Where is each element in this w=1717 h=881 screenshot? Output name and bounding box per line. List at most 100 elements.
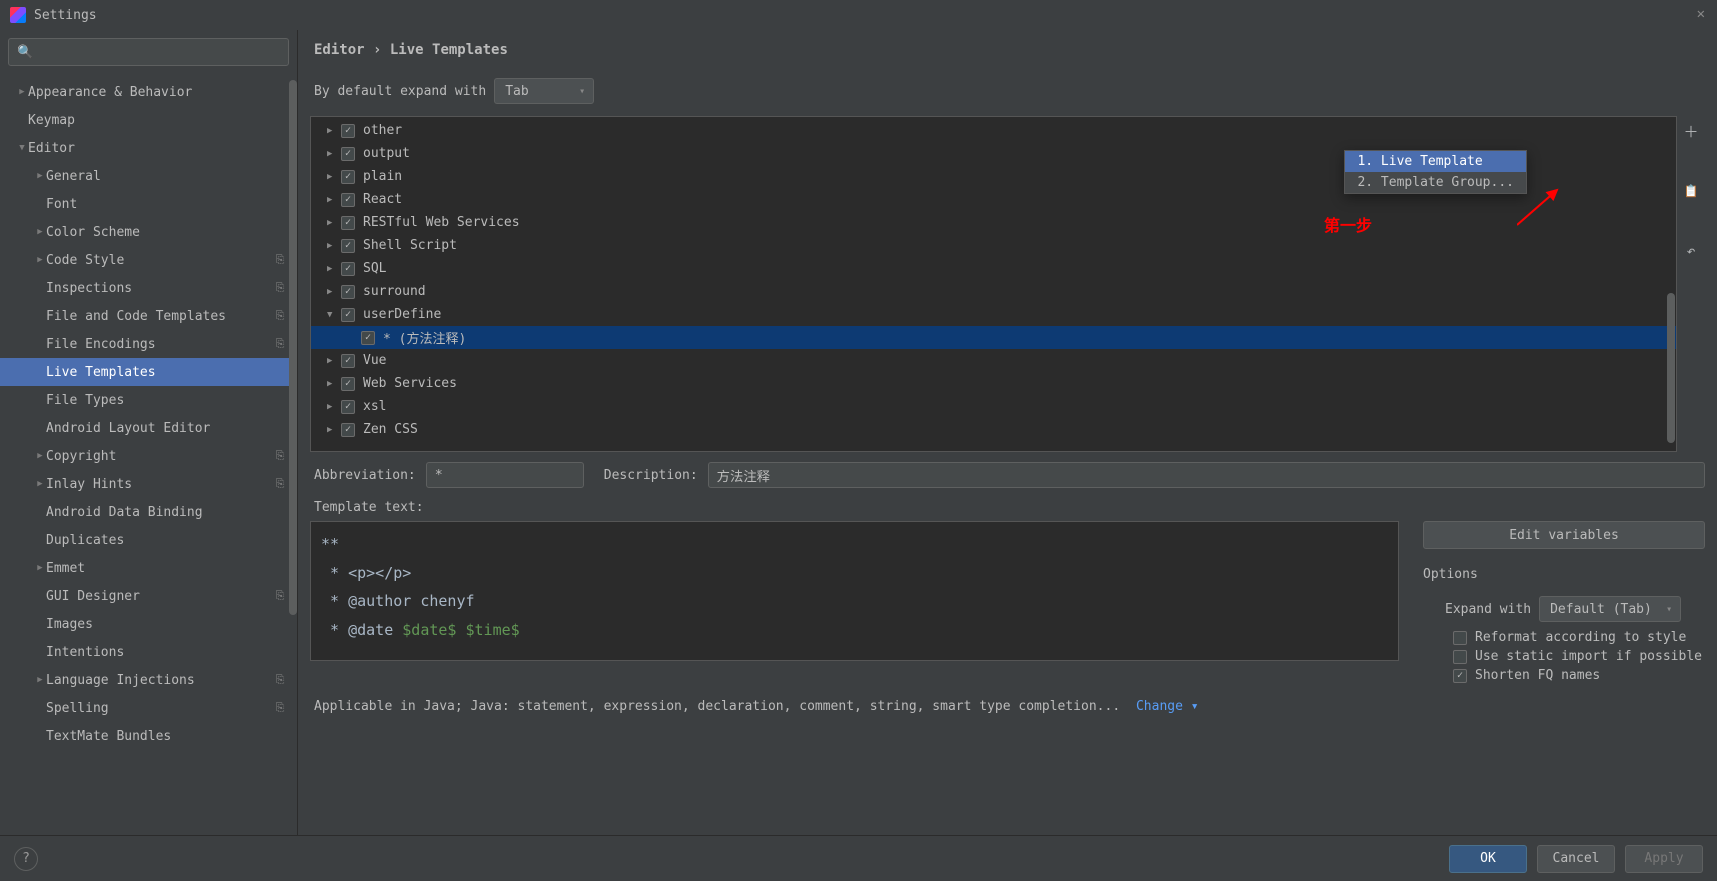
sidebar-item-label: Keymap — [28, 113, 287, 128]
template-group[interactable]: ▶Vue — [311, 349, 1676, 372]
template-group[interactable]: ▶Shell Script — [311, 234, 1676, 257]
template-text-editor[interactable]: ** * <p></p> * @author chenyf * @date $d… — [310, 521, 1399, 661]
sidebar-item[interactable]: ▼Editor — [0, 134, 297, 162]
expand-with-select[interactable]: Default (Tab) — [1539, 596, 1681, 622]
description-input[interactable] — [708, 462, 1705, 488]
sidebar-item[interactable]: ▶Emmet — [0, 554, 297, 582]
checkbox-icon[interactable] — [1453, 669, 1467, 683]
shorten-fq-checkbox-row[interactable]: Shorten FQ names — [1423, 668, 1705, 683]
sidebar-item[interactable]: ▶Code Style⎘ — [0, 246, 297, 274]
sidebar-scrollbar[interactable] — [289, 80, 297, 615]
sidebar-item-label: Copyright — [46, 449, 273, 464]
revert-button[interactable]: ↶ — [1680, 240, 1702, 262]
sidebar-item[interactable]: ▶TextMate Bundles — [0, 722, 297, 750]
template-group[interactable]: ▶other — [311, 119, 1676, 142]
project-badge-icon: ⎘ — [273, 673, 287, 687]
checkbox-icon[interactable] — [341, 262, 355, 276]
popup-item-live-template[interactable]: 1. Live Template — [1345, 151, 1526, 172]
template-group[interactable]: ▶RESTful Web Services — [311, 211, 1676, 234]
tree-arrow-icon: ▶ — [34, 451, 46, 461]
checkbox-icon[interactable] — [341, 308, 355, 322]
sidebar-item[interactable]: ▶Language Injections⎘ — [0, 666, 297, 694]
tree-arrow-icon: ▶ — [327, 241, 341, 251]
sidebar-item[interactable]: ▶Copyright⎘ — [0, 442, 297, 470]
tree-arrow-icon: ▶ — [34, 563, 46, 573]
sidebar-item[interactable]: ▶Spelling⎘ — [0, 694, 297, 722]
sidebar-item-label: Spelling — [46, 701, 273, 716]
checkbox-icon[interactable] — [341, 193, 355, 207]
edit-variables-button[interactable]: Edit variables — [1423, 521, 1705, 549]
tree-arrow-icon: ▶ — [327, 402, 341, 412]
checkbox-icon[interactable] — [341, 239, 355, 253]
reformat-checkbox-row[interactable]: Reformat according to style — [1423, 630, 1705, 645]
apply-button[interactable]: Apply — [1625, 845, 1703, 873]
template-group[interactable]: ▼userDefine — [311, 303, 1676, 326]
sidebar-item[interactable]: ▶File Types — [0, 386, 297, 414]
template-name: xsl — [363, 399, 386, 414]
checkbox-icon[interactable] — [341, 423, 355, 437]
checkbox-icon[interactable] — [341, 216, 355, 230]
checkbox-icon[interactable] — [1453, 631, 1467, 645]
sidebar-item[interactable]: ▶GUI Designer⎘ — [0, 582, 297, 610]
checkbox-icon[interactable] — [341, 400, 355, 414]
sidebar-item-label: Live Templates — [46, 365, 287, 380]
checkbox-icon[interactable] — [341, 124, 355, 138]
search-input-wrapper[interactable]: 🔍 — [8, 38, 289, 66]
sidebar-item[interactable]: ▶Font — [0, 190, 297, 218]
sidebar-item[interactable]: ▶Live Templates — [0, 358, 297, 386]
sidebar-item[interactable]: ▶General — [0, 162, 297, 190]
sidebar-item-label: General — [46, 169, 287, 184]
expand-select[interactable]: Tab — [494, 78, 594, 104]
checkbox-icon[interactable] — [341, 285, 355, 299]
template-name: surround — [363, 284, 426, 299]
close-icon[interactable]: ✕ — [1697, 6, 1705, 22]
search-input[interactable] — [37, 45, 280, 60]
sidebar-item-label: Emmet — [46, 561, 287, 576]
ok-button[interactable]: OK — [1449, 845, 1527, 873]
template-name: output — [363, 146, 410, 161]
sidebar-item[interactable]: ▶File Encodings⎘ — [0, 330, 297, 358]
checkbox-icon[interactable] — [341, 377, 355, 391]
add-template-button[interactable]: ＋ — [1680, 120, 1702, 142]
template-item[interactable]: * (方法注释) — [311, 326, 1676, 349]
sidebar-item-label: Code Style — [46, 253, 273, 268]
checkbox-label: Reformat according to style — [1475, 630, 1686, 645]
sidebar-item[interactable]: ▶File and Code Templates⎘ — [0, 302, 297, 330]
sidebar-item[interactable]: ▶Inlay Hints⎘ — [0, 470, 297, 498]
sidebar-item[interactable]: ▶Intentions — [0, 638, 297, 666]
sidebar-item[interactable]: ▶Android Data Binding — [0, 498, 297, 526]
expand-with-label: Expand with — [1445, 602, 1531, 617]
template-name: React — [363, 192, 402, 207]
applicable-row: Applicable in Java; Java: statement, exp… — [310, 699, 1705, 714]
template-group[interactable]: ▶SQL — [311, 257, 1676, 280]
checkbox-icon[interactable] — [341, 354, 355, 368]
cancel-button[interactable]: Cancel — [1537, 845, 1615, 873]
settings-tree[interactable]: ▶Appearance & Behavior▶Keymap▼Editor▶Gen… — [0, 74, 297, 835]
sidebar-item[interactable]: ▶Color Scheme — [0, 218, 297, 246]
template-group[interactable]: ▶surround — [311, 280, 1676, 303]
template-list-scrollbar[interactable] — [1667, 293, 1675, 443]
checkbox-icon[interactable] — [361, 331, 375, 345]
checkbox-icon[interactable] — [1453, 650, 1467, 664]
checkbox-icon[interactable] — [341, 147, 355, 161]
sidebar-item[interactable]: ▶Android Layout Editor — [0, 414, 297, 442]
sidebar-item[interactable]: ▶Duplicates — [0, 526, 297, 554]
sidebar-item[interactable]: ▶Inspections⎘ — [0, 274, 297, 302]
sidebar-item[interactable]: ▶Images — [0, 610, 297, 638]
change-link[interactable]: Change ▾ — [1136, 699, 1199, 714]
search-icon: 🔍 — [17, 45, 33, 60]
template-group[interactable]: ▶ xsl — [311, 395, 1676, 418]
popup-item-template-group[interactable]: 2. Template Group... — [1345, 172, 1526, 193]
duplicate-button[interactable]: 📋 — [1680, 180, 1702, 202]
sidebar-item[interactable]: ▶Appearance & Behavior — [0, 78, 297, 106]
static-import-checkbox-row[interactable]: Use static import if possible — [1423, 649, 1705, 664]
help-button[interactable]: ? — [14, 847, 38, 871]
template-group[interactable]: ▶Web Services — [311, 372, 1676, 395]
checkbox-icon[interactable] — [341, 170, 355, 184]
sidebar-item[interactable]: ▶Keymap — [0, 106, 297, 134]
breadcrumb: Editor › Live Templates — [310, 42, 1705, 58]
template-group[interactable]: ▶Zen CSS — [311, 418, 1676, 441]
sidebar-item-label: Language Injections — [46, 673, 273, 688]
settings-sidebar: 🔍 ▶Appearance & Behavior▶Keymap▼Editor▶G… — [0, 30, 298, 835]
abbreviation-input[interactable] — [426, 462, 584, 488]
